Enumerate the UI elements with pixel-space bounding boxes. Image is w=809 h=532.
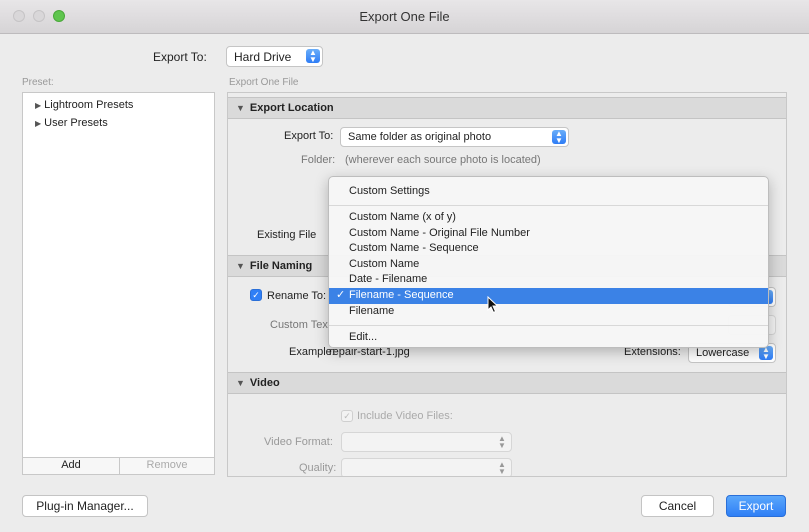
include-video-label: Include Video Files: (357, 410, 453, 422)
preset-folder-user[interactable]: ▶ User Presets (35, 117, 108, 129)
disclosure-open-icon[interactable]: ▼ (236, 103, 245, 113)
window-title: Export One File (359, 9, 450, 24)
export-button[interactable]: Export (726, 495, 786, 517)
chevron-updown-icon: ▲▼ (498, 460, 506, 476)
video-header[interactable]: ▼ Video (228, 372, 786, 394)
disclosure-triangle-icon[interactable]: ▶ (35, 101, 41, 110)
menu-item-custom-name-sequence[interactable]: Custom Name - Sequence (329, 241, 768, 257)
quality-select[interactable]: ▲ ▼ (341, 458, 512, 476)
mouse-pointer-icon (487, 296, 499, 314)
menu-item-date-filename[interactable]: Date - Filename (329, 272, 768, 288)
menu-item-filename-sequence[interactable]: ✓ Filename - Sequence (329, 288, 768, 304)
custom-text-label: Custom Tex (270, 319, 328, 331)
menu-item-filename[interactable]: Filename (329, 304, 768, 320)
include-video-checkbox[interactable]: ✓ (341, 410, 353, 422)
disclosure-open-icon[interactable]: ▼ (236, 378, 245, 388)
add-preset-button[interactable]: Add (23, 458, 120, 474)
menu-item-edit[interactable]: Edit... (329, 330, 768, 346)
folder-label: Folder: (301, 154, 336, 166)
export-location-header[interactable]: ▼ Export Location (228, 97, 786, 119)
checkmark-icon: ✓ (336, 289, 346, 301)
menu-item-custom-name-original-number[interactable]: Custom Name - Original File Number (329, 226, 768, 242)
preset-buttons: Add Remove (22, 458, 215, 475)
menu-item-custom-name[interactable]: Custom Name (329, 257, 768, 273)
preset-list: ▶ Lightroom Presets ▶ User Presets (22, 92, 215, 458)
title-bar: Export One File (0, 0, 809, 34)
remove-preset-button[interactable]: Remove (119, 458, 215, 474)
menu-item-custom-name-x-of-y[interactable]: Custom Name (x of y) (329, 210, 768, 226)
existing-files-label: Existing File (257, 229, 317, 241)
export-dialog: Export One File Export To: Hard Drive ▲ ▼… (0, 0, 809, 532)
panel-breadcrumb: Export One File (229, 77, 299, 88)
disclosure-triangle-icon[interactable]: ▶ (35, 119, 41, 128)
chevron-updown-icon: ▲▼ (498, 434, 506, 450)
chevron-updown-icon: ▲▼ (306, 49, 320, 64)
quality-label: Quality: (299, 462, 337, 474)
rename-checkbox[interactable]: ✓ (250, 289, 262, 301)
video-format-select[interactable]: ▲ ▼ (341, 432, 512, 452)
rename-template-menu: Custom Settings Custom Name (x of y) Cus… (328, 176, 769, 348)
menu-separator (329, 325, 768, 326)
chevron-updown-icon: ▲▼ (552, 130, 566, 145)
disclosure-open-icon[interactable]: ▼ (236, 261, 245, 271)
export-to-value: Hard Drive (234, 50, 292, 64)
preset-folder-lightroom[interactable]: ▶ Lightroom Presets (35, 99, 133, 111)
cancel-button[interactable]: Cancel (641, 495, 714, 517)
chevron-updown-icon: ▲▼ (759, 346, 773, 361)
example-label: Example: (289, 346, 335, 358)
preset-label: Preset: (22, 77, 54, 88)
video-format-label: Video Format: (264, 436, 333, 448)
plugin-manager-button[interactable]: Plug-in Manager... (22, 495, 148, 517)
menu-separator (329, 205, 768, 206)
location-export-to-label: Export To: (284, 130, 334, 142)
export-to-select[interactable]: Hard Drive ▲ ▼ (226, 46, 323, 67)
menu-item-custom-settings[interactable]: Custom Settings (329, 184, 768, 200)
folder-value: (wherever each source photo is located) (345, 154, 541, 166)
location-export-to-select[interactable]: Same folder as original photo ▲ ▼ (340, 127, 569, 147)
rename-to-label: Rename To: (267, 290, 327, 302)
export-to-label: Export To: (153, 50, 207, 64)
